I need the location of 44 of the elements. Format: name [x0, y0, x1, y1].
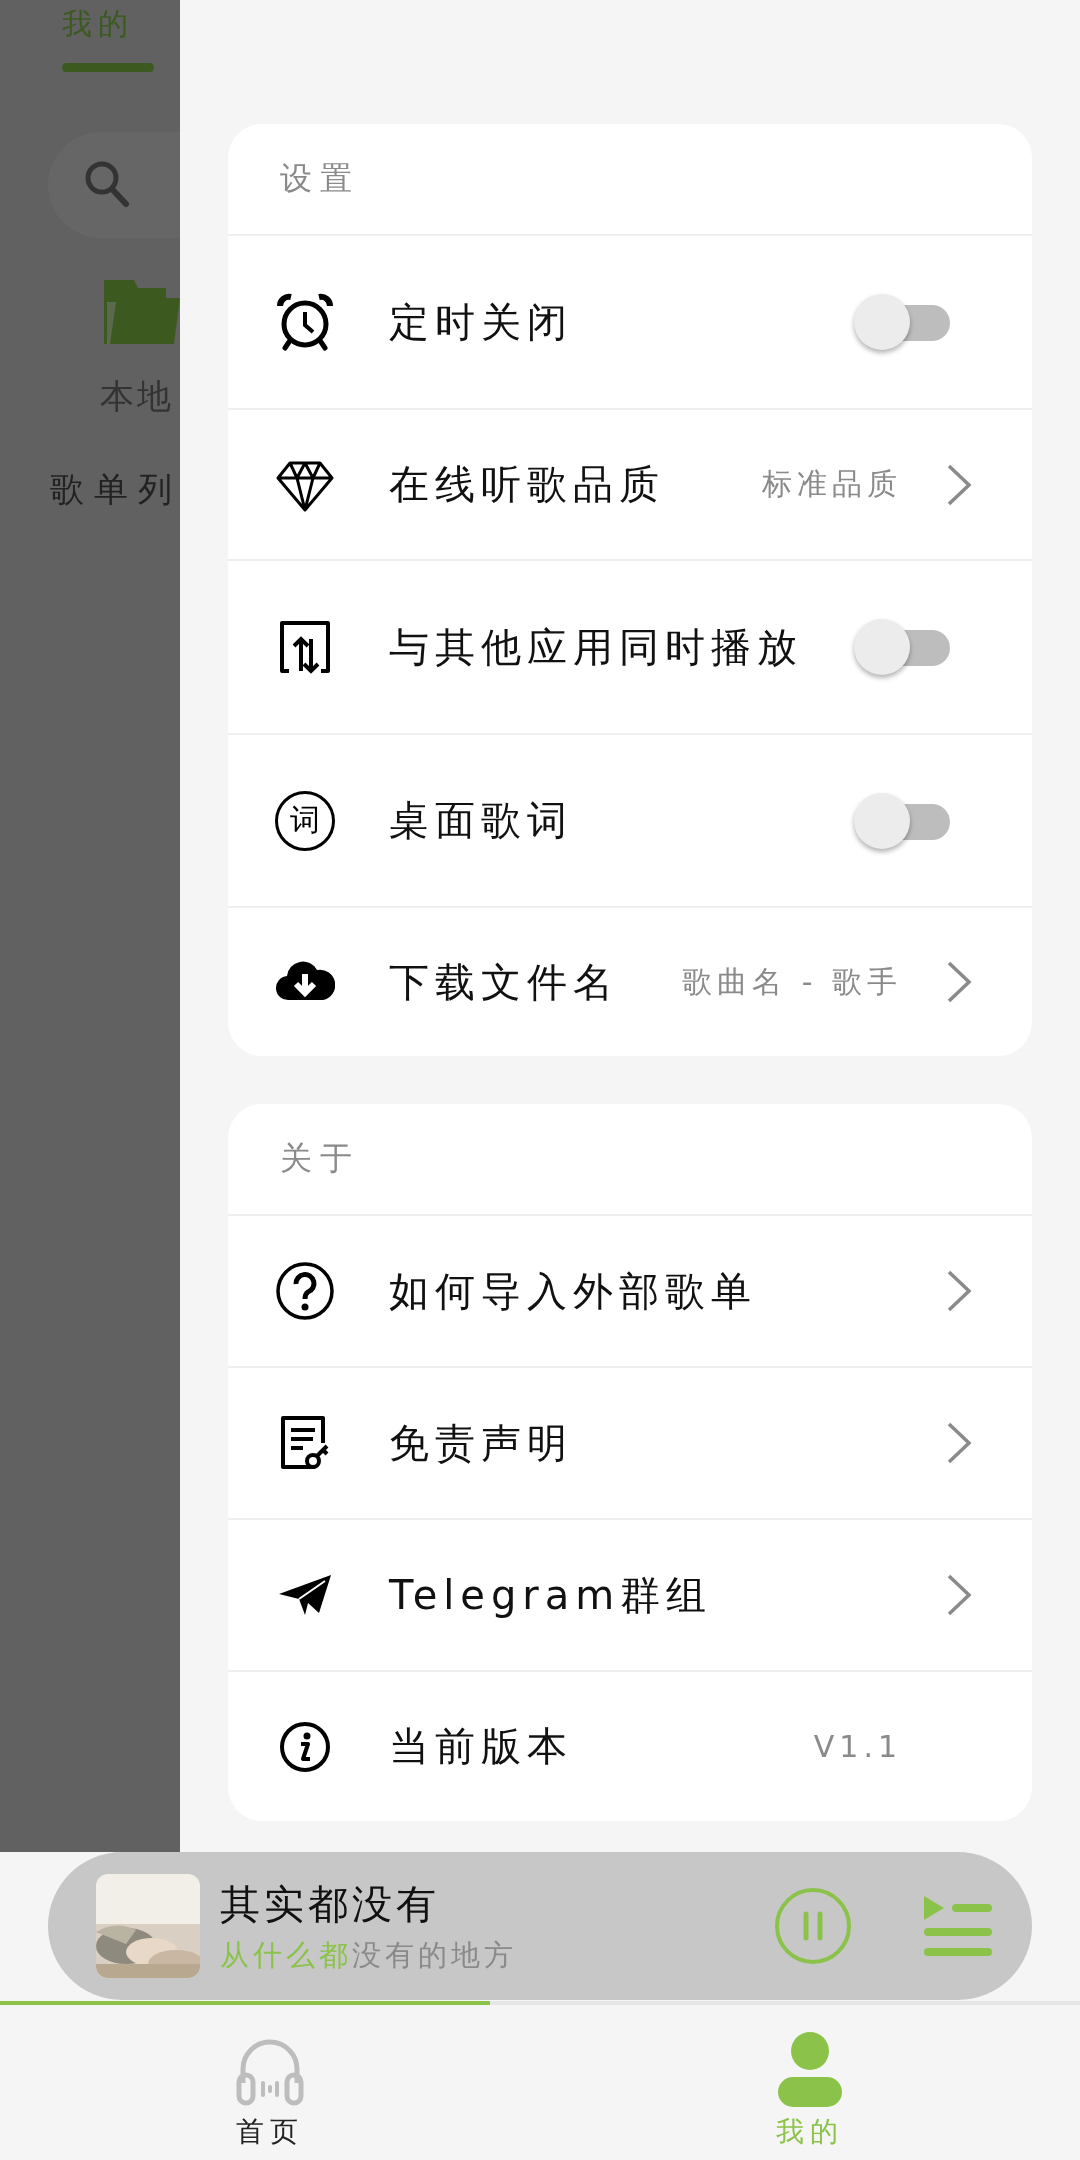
- setting-value: 歌曲名 - 歌手: [682, 962, 902, 1001]
- setting-value: 标准品质: [762, 465, 902, 503]
- chevron-right-icon: [946, 1269, 972, 1313]
- mini-player[interactable]: 其实都没有 从什么都没有的地方: [48, 1852, 1032, 2000]
- progress-bar[interactable]: [0, 2001, 1080, 2005]
- settings-row[interactable]: 下载文件名 歌曲名 - 歌手: [228, 908, 1032, 1056]
- setting-label: 下载文件名: [389, 957, 620, 1007]
- section-title: 关于: [280, 1138, 360, 1179]
- help-icon: [275, 1261, 335, 1321]
- chevron-right-icon: [946, 462, 972, 507]
- settings-row[interactable]: 当前版本 V1.1: [228, 1672, 1032, 1821]
- playlist-icon[interactable]: [922, 1894, 992, 1958]
- lyrics-badge-icon: 词: [275, 790, 335, 851]
- setting-label: Telegram群组: [389, 1570, 714, 1620]
- chevron-right-icon: [946, 960, 972, 1004]
- settings-row[interactable]: Telegram群组: [228, 1520, 1032, 1672]
- folder-icon: [104, 280, 180, 344]
- settings-row[interactable]: 词 桌面歌词: [228, 735, 1032, 908]
- setting-label: 在线听歌品质: [389, 460, 666, 509]
- person-icon: [775, 2031, 845, 2107]
- settings-row[interactable]: 定时关闭: [228, 236, 1032, 410]
- setting-label: 与其他应用同时播放: [389, 622, 804, 672]
- pause-button[interactable]: [774, 1887, 852, 1965]
- toggle-switch[interactable]: [854, 617, 950, 677]
- setting-label: 桌面歌词: [389, 796, 574, 845]
- section-heading: 歌单列: [50, 468, 180, 511]
- version-text: V1.1: [813, 1729, 902, 1764]
- settings-row[interactable]: 在线听歌品质 标准品质: [228, 410, 1032, 561]
- chevron-right-icon: [946, 1573, 972, 1617]
- setting-label: 当前版本: [389, 1722, 574, 1771]
- section-title: 设置: [280, 158, 360, 199]
- toggle-switch[interactable]: [854, 292, 950, 352]
- setting-label: 如何导入外部歌单: [389, 1266, 758, 1316]
- lyric-line: 从什么都没有的地方: [220, 1936, 518, 1974]
- chevron-right-icon: [946, 1421, 972, 1465]
- nav-tab[interactable]: 首页: [0, 2005, 540, 2160]
- settings-row[interactable]: 如何导入外部歌单: [228, 1216, 1032, 1368]
- alarm-clock-icon: [275, 292, 335, 352]
- song-title: 其实都没有: [220, 1879, 441, 1929]
- search-icon: [84, 160, 130, 208]
- settings-row[interactable]: 与其他应用同时播放: [228, 561, 1032, 735]
- settings-row[interactable]: 免责声明: [228, 1368, 1032, 1520]
- setting-label: 定时关闭: [389, 297, 574, 347]
- setting-label: 免责声明: [389, 1418, 574, 1468]
